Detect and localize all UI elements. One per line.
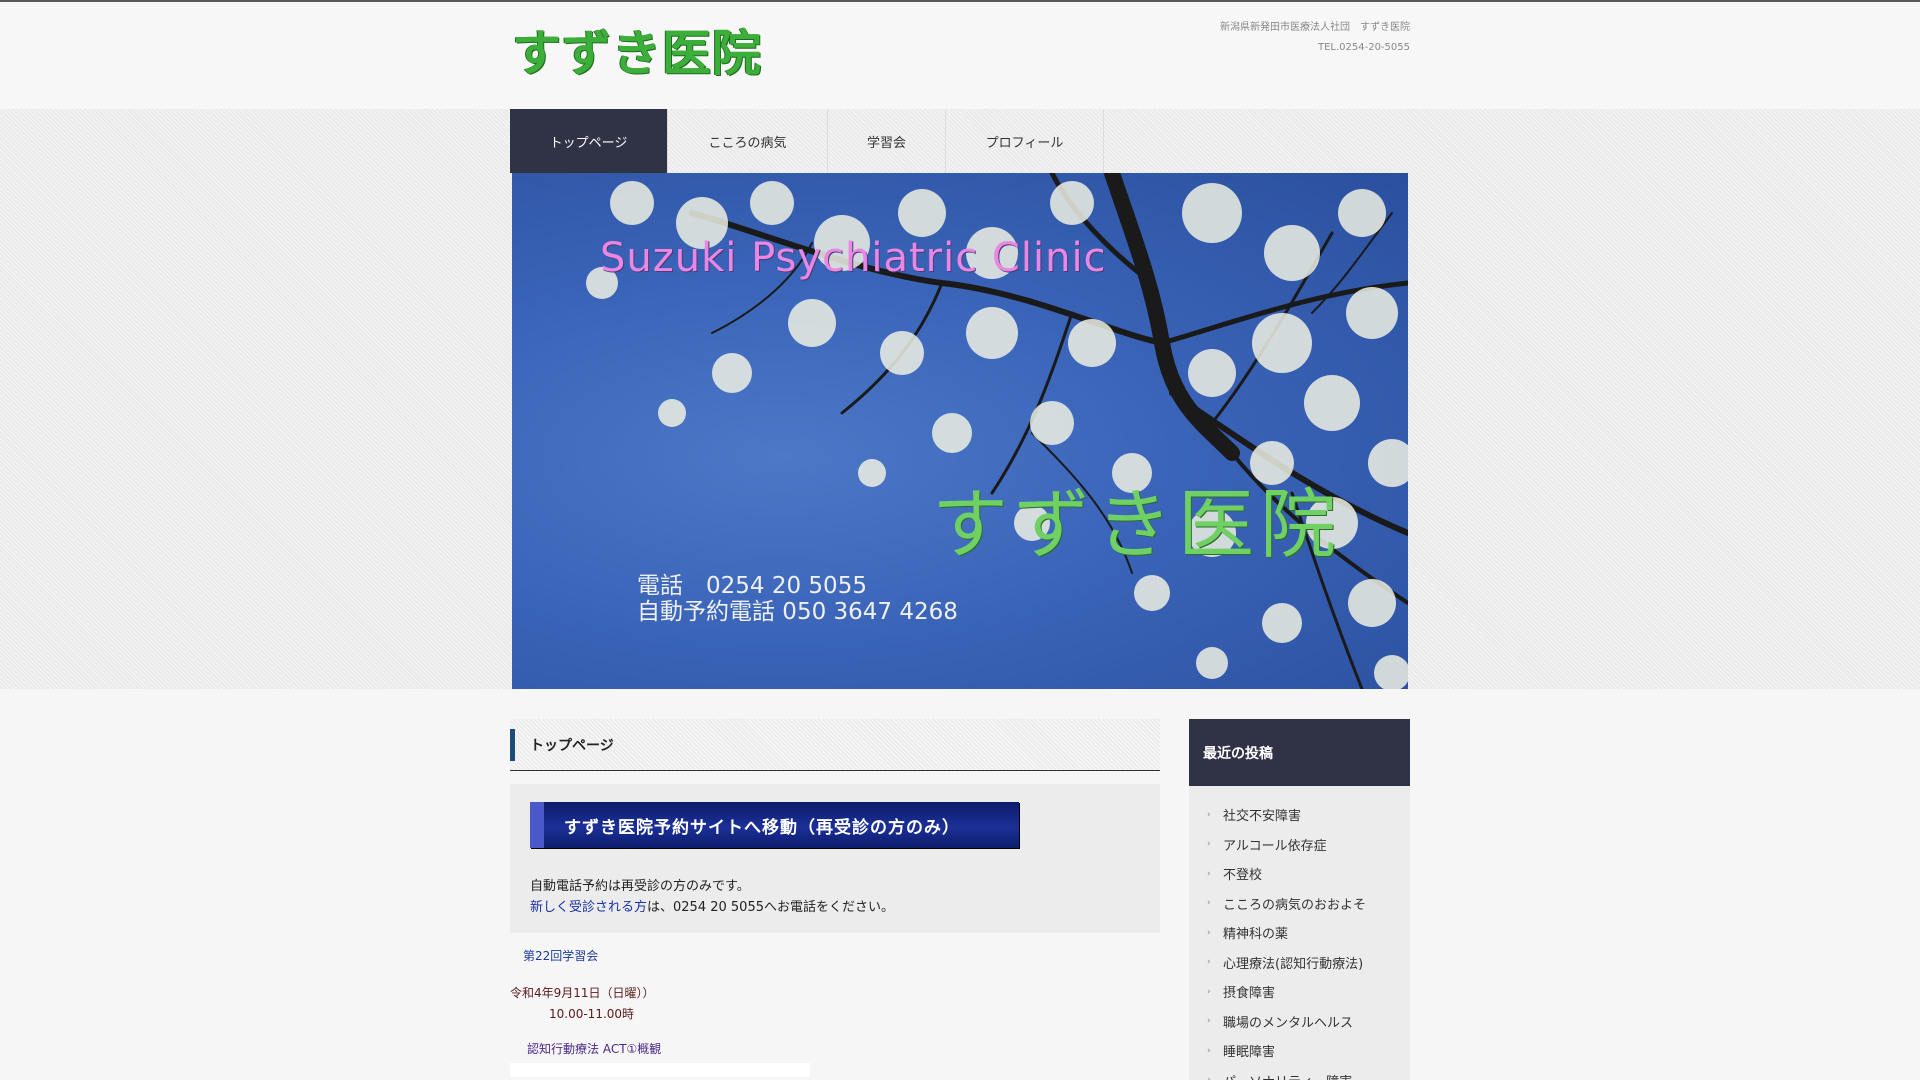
hero-auto-reservation-line: 自動予約電話 050 3647 4268 [637,599,958,625]
recent-post-label: 職場のメンタルヘルス [1223,1015,1354,1031]
recent-post-label: 睡眠障害 [1223,1045,1276,1061]
chevron-right-icon: › [1207,957,1211,968]
hero-image: Suzuki Psychiatric Clinic すずき医院 電話 0254 … [512,173,1408,689]
sidebar-heading: 最近の投稿 [1189,719,1410,786]
recent-post-label: アルコール依存症 [1223,838,1327,854]
new-patient-link[interactable]: 新しく受診される方 [530,900,647,915]
chevron-right-icon: › [1207,1045,1211,1056]
study-session-topic: 認知行動療法 ACT①概観 [527,1042,662,1056]
recent-post-item[interactable]: › アルコール依存症 [1189,830,1410,860]
nav-item-top[interactable]: トップページ [510,109,668,173]
chevron-right-icon: › [1207,1075,1223,1080]
note-line-1: 自動電話予約は再受診の方のみです。 [530,879,750,894]
recent-post-item[interactable]: ›パーソナリティー障害 [1189,1066,1410,1080]
recent-post-label: 精神科の薬 [1223,927,1289,943]
sidebar: 最近の投稿 › 社交不安障害 › アルコール依存症 › 不登校 › こころの病気のおおよ… [1189,719,1410,1080]
chevron-right-icon: › [1207,839,1211,850]
nav-item-study[interactable]: 学習会 [828,109,946,173]
site-header: すずき医院 新潟県新発田市医療法人社団 すずき医院 TEL.0254-20-50… [0,2,1920,109]
hero-phone: 電話 0254 20 5055 自動予約電話 050 3647 4268 [637,573,958,625]
recent-post-label: 摂食障害 [1223,986,1276,1002]
chevron-right-icon: › [1207,868,1211,879]
reservation-box: すずき医院予約サイトへ移動（再受診の方のみ） 自動電話予約は再受診の方のみです。… [510,784,1160,933]
reservation-note: 自動電話予約は再受診の方のみです。 新しく受診される方は、0254 20 505… [530,876,1140,918]
chevron-right-icon: › [1207,986,1211,997]
study-session-date: 令和4年9月11日（日曜）） [510,986,655,1000]
hero-title-jp: すずき医院 [932,480,1342,569]
nav-item-mental-illness[interactable]: こころの病気 [668,109,828,173]
header-contact: 新潟県新発田市医療法人社団 すずき医院 TEL.0254-20-5055 [1220,18,1410,58]
nav-item-profile[interactable]: プロフィール [946,109,1104,173]
chevron-right-icon: › [1207,1016,1211,1027]
note-line-2: 新しく受診される方は、0254 20 5055へお電話をください。 [530,897,1140,918]
recent-post-item[interactable]: › 職場のメンタルヘルス [1189,1007,1410,1037]
chevron-right-icon: › [1207,898,1211,909]
hero-phone-line: 電話 0254 20 5055 [637,573,867,599]
recent-post-label: 社交不安障害 [1223,809,1302,825]
chevron-right-icon: › [1207,809,1211,820]
reservation-site-button[interactable]: すずき医院予約サイトへ移動（再受診の方のみ） [530,802,1019,848]
recent-post-item[interactable]: › 睡眠障害 [1189,1036,1410,1066]
note-line-2-rest: は、0254 20 5055へお電話をください。 [647,900,894,915]
recent-post-label: 不登校 [1223,868,1263,884]
recent-post-item[interactable]: › 摂食障害 [1189,977,1410,1007]
recent-post-item[interactable]: › 精神科の薬 [1189,918,1410,948]
recent-post-item[interactable]: › こころの病気のおおよそ [1189,889,1410,919]
chevron-right-icon: › [1207,927,1211,938]
recent-post-item[interactable]: › 不登校 [1189,859,1410,889]
recent-post-label: 心理療法(認知行動療法) [1223,956,1364,972]
global-nav: トップページ こころの病気 学習会 プロフィール [510,109,1104,173]
recent-posts-list: › 社交不安障害 › アルコール依存症 › 不登校 › こころの病気のおおよそ › 精神科… [1189,786,1410,1080]
recent-post-item[interactable]: › 心理療法(認知行動療法) [1189,948,1410,978]
header-address: 新潟県新発田市医療法人社団 すずき医院 [1220,22,1410,33]
site-logo[interactable]: すずき医院 [512,14,762,85]
study-session-time: 10.00-11.00時 [549,1007,635,1021]
main-content: トップページ すずき医院予約サイトへ移動（再受診の方のみ） 自動電話予約は再受診… [510,719,1160,1077]
recent-post-label: こころの病気のおおよそ [1223,897,1367,913]
hero-title-en: Suzuki Psychiatric Clinic [600,235,1107,281]
page-title: トップページ [510,719,1160,771]
recent-post-label: パーソナリティー障害 [1223,1071,1352,1080]
header-tel: TEL.0254-20-5055 [1317,42,1410,53]
content-divider [510,1063,810,1077]
study-session-title: 第22回学習会 [523,949,599,963]
recent-post-item[interactable]: › 社交不安障害 [1189,800,1410,830]
